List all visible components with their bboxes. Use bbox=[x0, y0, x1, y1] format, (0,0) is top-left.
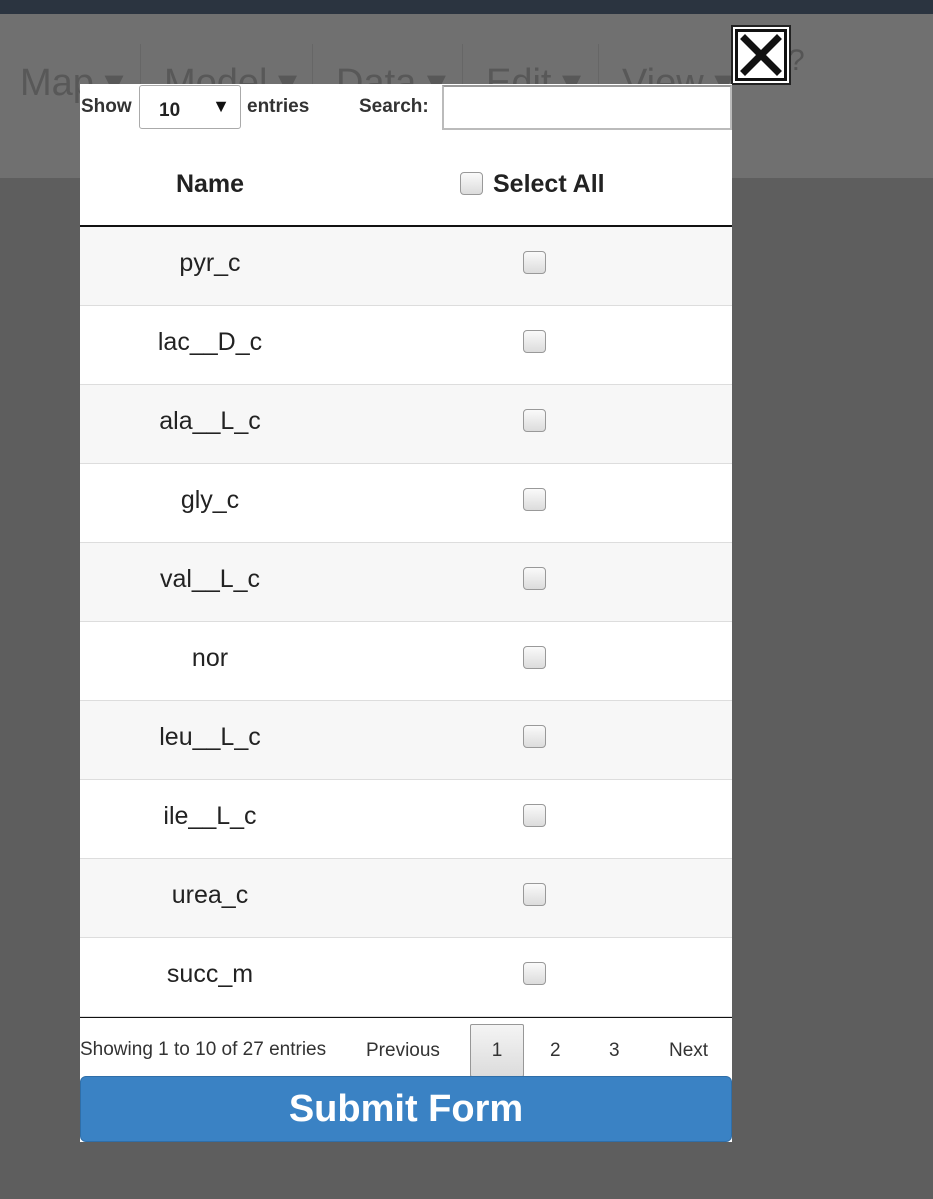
app-top-bar bbox=[0, 0, 933, 14]
table-row: gly_c bbox=[80, 464, 732, 543]
row-checkbox[interactable] bbox=[523, 646, 546, 669]
search-label: Search: bbox=[359, 96, 429, 117]
row-checkbox[interactable] bbox=[523, 725, 546, 748]
table-header: Name Select All bbox=[80, 132, 732, 227]
table-info: Showing 1 to 10 of 27 entries bbox=[80, 1039, 327, 1060]
table-body: pyr_c lac__D_c ala__L_c gly_c val__L_c n… bbox=[80, 227, 732, 1017]
table-row: succ_m bbox=[80, 938, 732, 1017]
table-row: ile__L_c bbox=[80, 780, 732, 859]
table-controls: Show 10 ▼ entries Search: bbox=[80, 84, 732, 132]
metabolite-name: val__L_c bbox=[159, 565, 261, 593]
row-checkbox[interactable] bbox=[523, 567, 546, 590]
submit-form-button[interactable]: Submit Form bbox=[80, 1076, 732, 1142]
table-row: leu__L_c bbox=[80, 701, 732, 780]
table-row: nor bbox=[80, 622, 732, 701]
column-header-name[interactable]: Name bbox=[80, 170, 340, 199]
pagination-page-2[interactable]: 2 bbox=[550, 1040, 561, 1062]
show-label: Show bbox=[81, 96, 132, 117]
entries-label: entries bbox=[247, 96, 310, 117]
table-row: urea_c bbox=[80, 859, 732, 938]
search-input[interactable] bbox=[442, 85, 732, 130]
pagination-previous[interactable]: Previous bbox=[366, 1040, 440, 1062]
metabolite-name: ala__L_c bbox=[159, 407, 261, 435]
table-footer: Showing 1 to 10 of 27 entries Previous 1… bbox=[80, 1017, 732, 1077]
close-button[interactable] bbox=[731, 25, 791, 85]
dropdown-arrow-icon: ▼ bbox=[212, 96, 230, 116]
select-all: Select All bbox=[460, 168, 605, 199]
metabolite-name: nor bbox=[191, 644, 229, 672]
row-checkbox[interactable] bbox=[523, 330, 546, 353]
entries-select-value: 10 bbox=[159, 100, 181, 121]
metabolite-name: lac__D_c bbox=[157, 328, 263, 356]
row-checkbox[interactable] bbox=[523, 409, 546, 432]
metabolite-select-modal: Show 10 ▼ entries Search: Name Select Al… bbox=[80, 84, 732, 1142]
select-all-checkbox[interactable] bbox=[460, 172, 483, 195]
table-row: val__L_c bbox=[80, 543, 732, 622]
select-all-label: Select All bbox=[493, 170, 605, 198]
metabolite-name: leu__L_c bbox=[159, 723, 261, 751]
metabolite-name: pyr_c bbox=[179, 249, 241, 277]
row-checkbox[interactable] bbox=[523, 488, 546, 511]
metabolite-name: urea_c bbox=[171, 881, 249, 909]
row-checkbox[interactable] bbox=[523, 804, 546, 827]
table-row: pyr_c bbox=[80, 227, 732, 306]
metabolite-name: ile__L_c bbox=[163, 802, 257, 830]
pagination-next[interactable]: Next bbox=[669, 1040, 708, 1062]
table-row: ala__L_c bbox=[80, 385, 732, 464]
metabolite-name: gly_c bbox=[180, 486, 240, 514]
table-row: lac__D_c bbox=[80, 306, 732, 385]
row-checkbox[interactable] bbox=[523, 962, 546, 985]
pagination-page-3[interactable]: 3 bbox=[609, 1040, 620, 1062]
pagination-page-1[interactable]: 1 bbox=[470, 1024, 524, 1077]
close-icon bbox=[735, 29, 787, 81]
row-checkbox[interactable] bbox=[523, 251, 546, 274]
metabolite-name: succ_m bbox=[166, 960, 254, 988]
row-checkbox[interactable] bbox=[523, 883, 546, 906]
entries-select[interactable]: 10 ▼ bbox=[139, 85, 241, 129]
